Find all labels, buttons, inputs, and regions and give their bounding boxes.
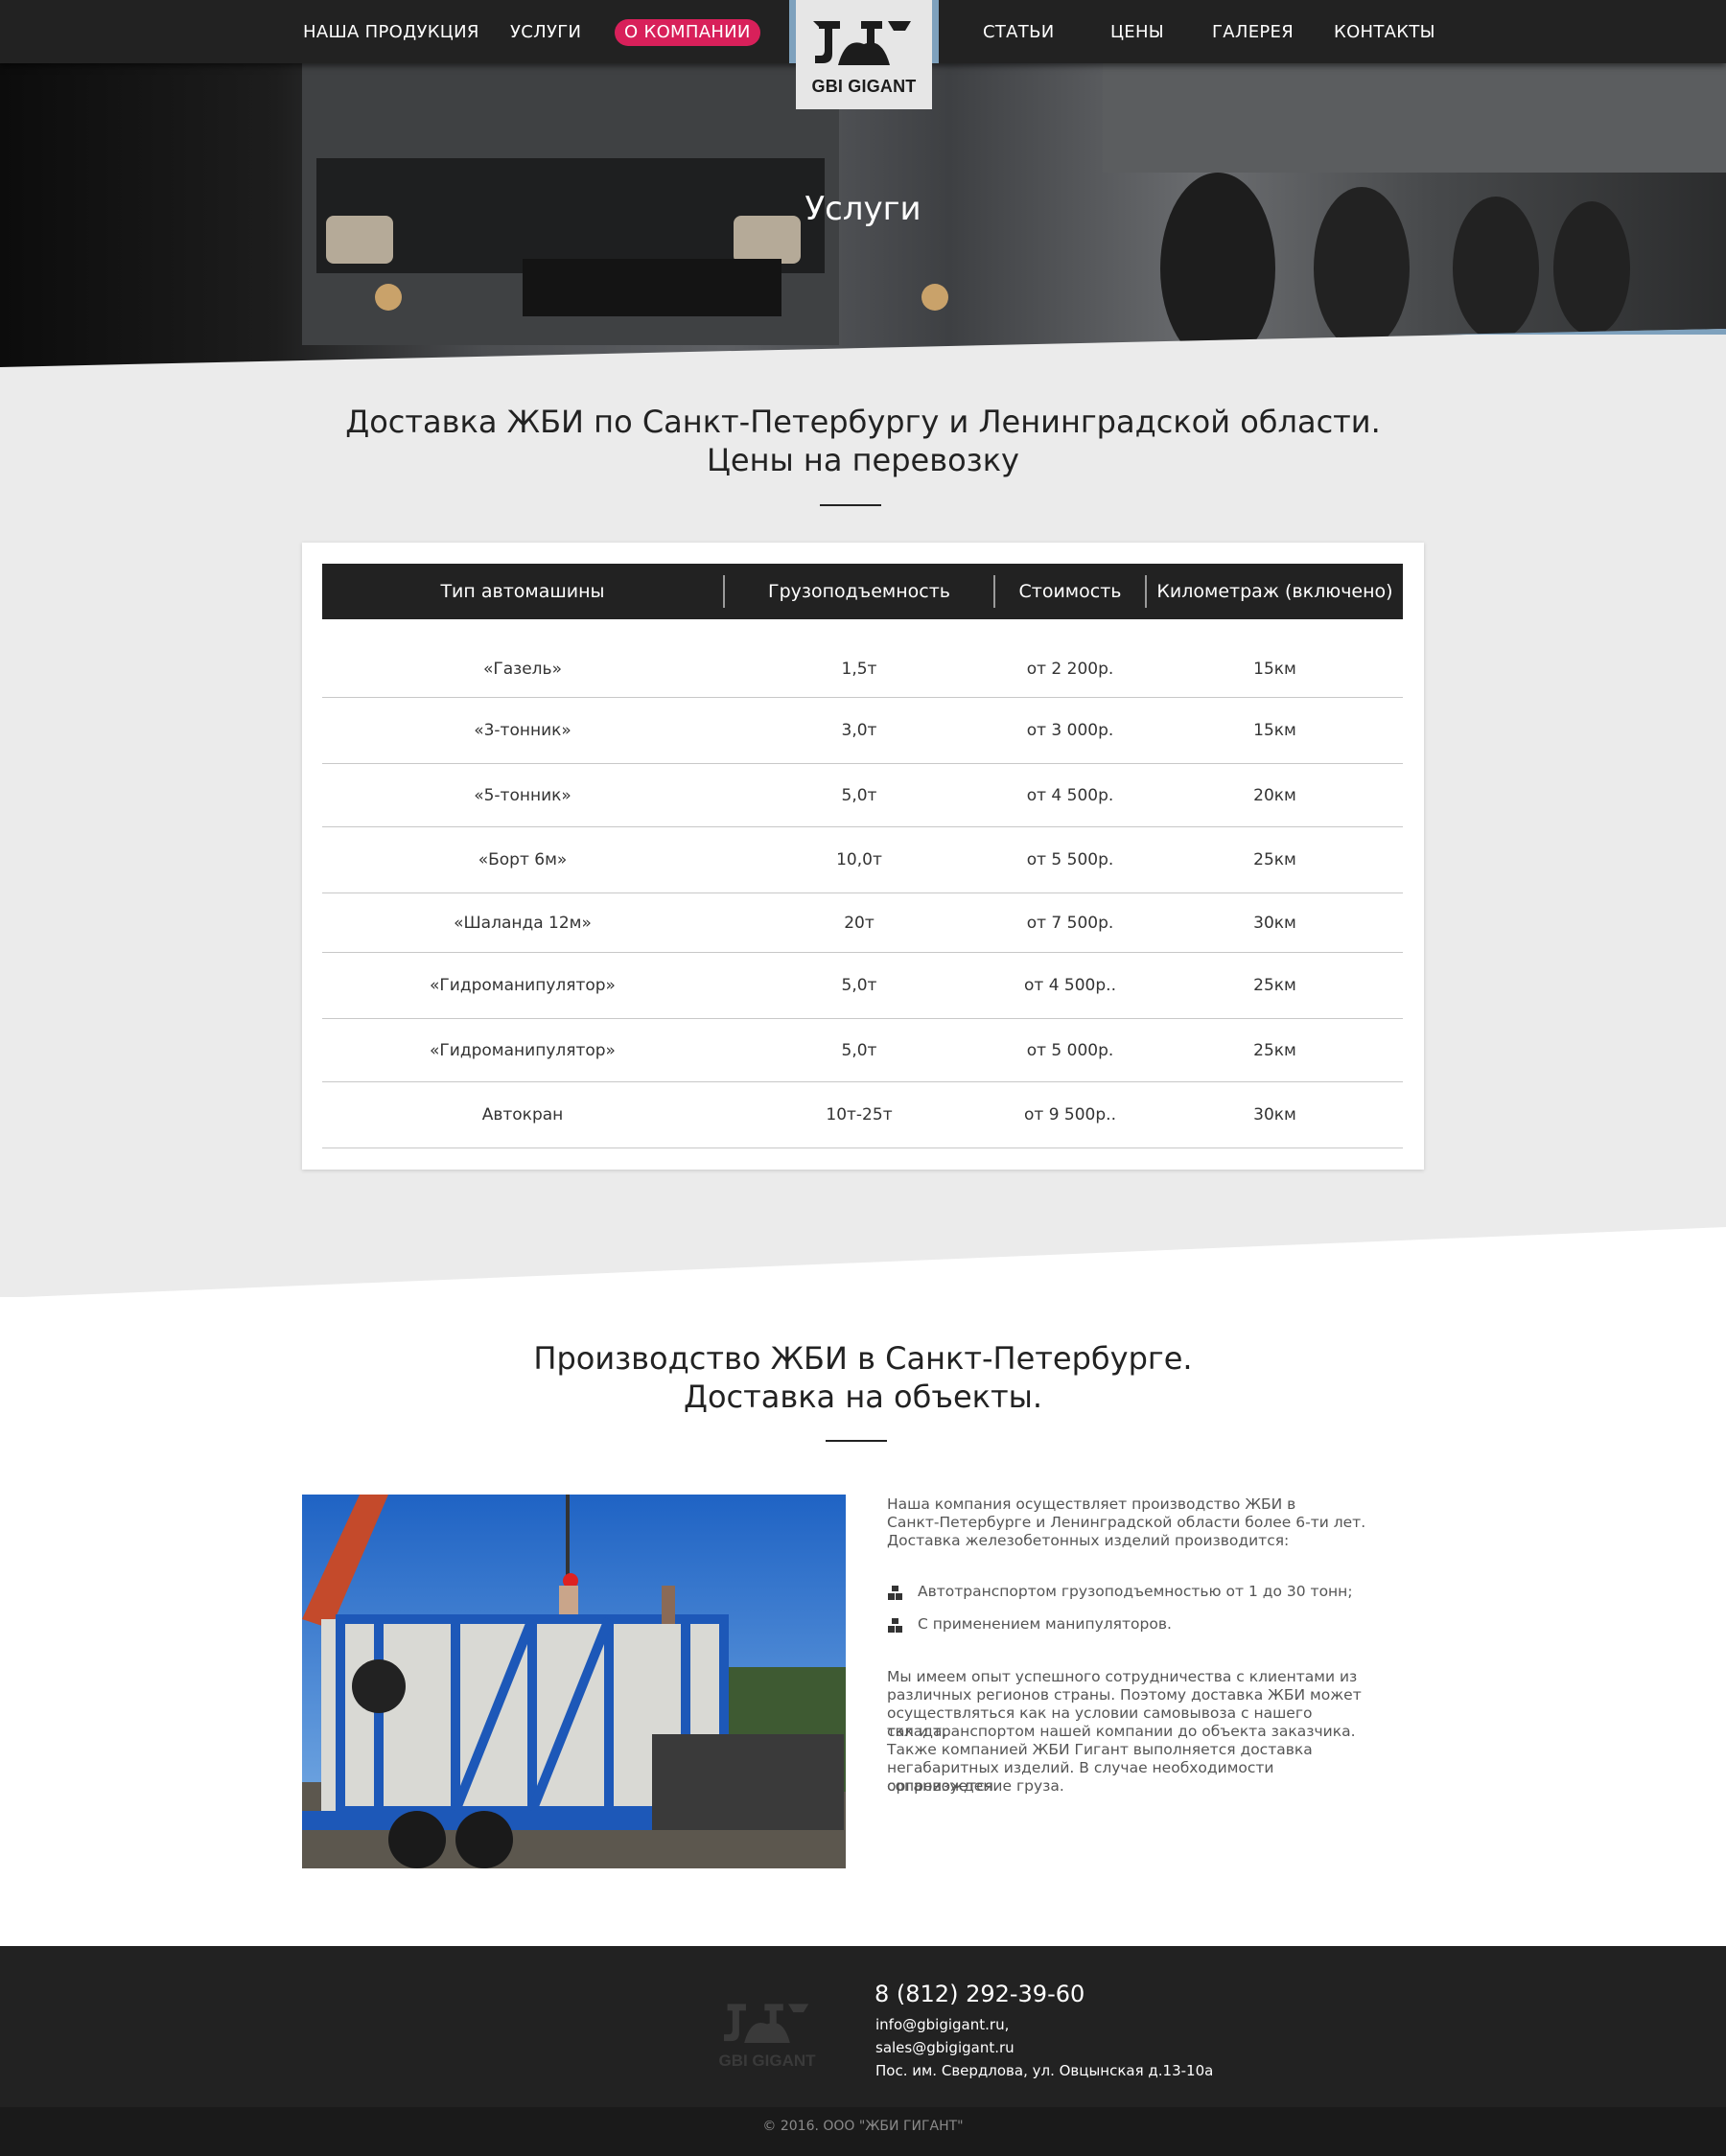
delivery-truck-photo	[302, 1495, 846, 1868]
delivery-title-line1: Доставка ЖБИ по Санкт-Петербургу и Ленин…	[345, 404, 1381, 440]
body-line-5: Также компанией ЖБИ Гигант выполняется д…	[887, 1741, 1313, 1758]
blocks-icon	[888, 1618, 902, 1633]
cell-cost: от 3 000р.	[1026, 721, 1114, 740]
footer-email-info[interactable]: info@gbigigant.ru,	[875, 2016, 1009, 2033]
header-vehicle-type: Тип автомашины	[440, 581, 605, 602]
body-line-7: сопровождение груза.	[887, 1777, 1064, 1795]
table-row: «3-тонник» 3,0т от 3 000р. 15км	[322, 698, 1403, 764]
cell-capacity: 10т-25т	[826, 1105, 893, 1124]
nav-item-articles[interactable]: СТАТЬИ	[983, 19, 1055, 46]
nav-item-gallery[interactable]: ГАЛЕРЕЯ	[1212, 19, 1294, 46]
footer-logo[interactable]: GBI GIGANT	[710, 1992, 825, 2071]
cell-mileage: 15км	[1253, 660, 1296, 679]
intro-line-2: Санкт-Петербурге и Ленинградской области…	[887, 1514, 1366, 1531]
table-row: «Борт 6м» 10,0т от 5 500р. 25км	[322, 827, 1403, 893]
body-line-1: Мы имеем опыт успешного сотрудничества с…	[887, 1668, 1358, 1685]
body-line-4: так и транспортом нашей компании до объе…	[887, 1723, 1356, 1740]
cell-mileage: 25км	[1253, 850, 1296, 869]
intro-line-1: Наша компания осуществляет производство …	[887, 1495, 1296, 1513]
cell-capacity: 5,0т	[841, 786, 877, 805]
cell-vehicle-type: Автокран	[481, 1105, 564, 1124]
cell-capacity: 1,5т	[841, 660, 877, 679]
delivery-title-line2: Цены на перевозку	[707, 442, 1019, 478]
table-row: «5-тонник» 5,0т от 4 500р. 20км	[322, 764, 1403, 827]
price-table-card: Тип автомашины Грузоподъемность Стоимост…	[302, 543, 1424, 1170]
table-row: «Гидроманипулятор» 5,0т от 4 500р.. 25км	[322, 953, 1403, 1019]
site-logo[interactable]: GBI GIGANT	[796, 0, 932, 109]
footer	[0, 1946, 1726, 2107]
nav-item-about[interactable]: О КОМПАНИИ	[615, 19, 760, 46]
cell-cost: от 9 500р..	[1024, 1105, 1116, 1124]
cell-mileage: 30км	[1253, 1105, 1296, 1124]
cell-cost: от 2 200р.	[1026, 660, 1114, 679]
footer-phone[interactable]: 8 (812) 292-39-60	[875, 1981, 1085, 2007]
body-line-2: различных регионов страны. Поэтому доста…	[887, 1686, 1362, 1704]
nav-item-products[interactable]: НАША ПРОДУКЦИЯ	[303, 19, 479, 46]
hero-wedge-divider	[0, 329, 1726, 367]
cell-vehicle-type: «Газель»	[483, 660, 562, 679]
logo-accent-left	[789, 0, 796, 63]
cell-vehicle-type: «Гидроманипулятор»	[430, 1041, 616, 1060]
cell-vehicle-type: «Шаланда 12м»	[454, 914, 592, 933]
cell-cost: от 5 000р.	[1026, 1041, 1114, 1060]
cell-vehicle-type: «3-тонник»	[474, 721, 571, 740]
cell-mileage: 15км	[1253, 721, 1296, 740]
production-title-line2: Доставка на объекты.	[683, 1379, 1043, 1415]
header-mileage: Километраж (включено)	[1156, 581, 1393, 602]
cell-capacity: 3,0т	[841, 721, 877, 740]
intro-line-3: Доставка железобетонных изделий производ…	[887, 1532, 1290, 1549]
cell-vehicle-type: «5-тонник»	[474, 786, 571, 805]
bullet-text: Автотранспортом грузоподъемностью от 1 д…	[918, 1583, 1353, 1600]
cell-mileage: 25км	[1253, 976, 1296, 995]
cell-mileage: 30км	[1253, 914, 1296, 933]
cell-cost: от 5 500р.	[1026, 850, 1114, 869]
crane-loading-image	[302, 1495, 846, 1868]
table-row: «Газель» 1,5т от 2 200р. 15км	[322, 640, 1403, 698]
bullet-text: С применением манипуляторов.	[918, 1615, 1172, 1633]
table-row: «Гидроманипулятор» 5,0т от 5 000р. 25км	[322, 1019, 1403, 1082]
logo-text: GBI GIGANT	[811, 77, 917, 96]
cell-capacity: 10,0т	[836, 850, 882, 869]
cell-cost: от 7 500р.	[1026, 914, 1114, 933]
nav-item-prices[interactable]: ЦЕНЫ	[1110, 19, 1164, 46]
gigant-logo-icon	[813, 21, 911, 65]
logo-accent-right	[932, 0, 939, 63]
gigant-logo-icon	[724, 2004, 809, 2043]
copyright: © 2016. ООО "ЖБИ ГИГАНТ"	[762, 2119, 964, 2134]
cell-capacity: 20т	[844, 914, 875, 933]
footer-logo-text: GBI GIGANT	[718, 2052, 816, 2070]
table-row: «Шаланда 12м» 20т от 7 500р. 30км	[322, 893, 1403, 953]
section-wedge-divider	[0, 1227, 1726, 1298]
footer-email-sales[interactable]: sales@gbigigant.ru	[875, 2039, 1015, 2056]
cell-capacity: 5,0т	[841, 976, 877, 995]
hero-title: Услуги	[805, 190, 921, 228]
header-capacity: Грузоподъемность	[767, 581, 950, 602]
blocks-icon	[888, 1586, 902, 1600]
cell-vehicle-type: «Борт 6м»	[478, 850, 568, 869]
footer-address: Пос. им. Свердлова, ул. Овцынская д.13-1…	[875, 2062, 1214, 2079]
cell-capacity: 5,0т	[841, 1041, 877, 1060]
table-row: Автокран 10т-25т от 9 500р.. 30км	[322, 1082, 1403, 1148]
nav-item-services[interactable]: УСЛУГИ	[510, 19, 581, 46]
price-table-header: Тип автомашины Грузоподъемность Стоимост…	[322, 564, 1403, 619]
cell-vehicle-type: «Гидроманипулятор»	[430, 976, 616, 995]
cell-mileage: 20км	[1253, 786, 1296, 805]
cell-cost: от 4 500р.	[1026, 786, 1114, 805]
header-cost: Стоимость	[1018, 581, 1122, 602]
production-title-line1: Производство ЖБИ в Санкт-Петербурге.	[533, 1340, 1193, 1377]
nav-item-contacts[interactable]: КОНТАКТЫ	[1334, 19, 1435, 46]
title-underline	[820, 504, 881, 506]
title-underline	[826, 1440, 887, 1442]
cell-mileage: 25км	[1253, 1041, 1296, 1060]
cell-cost: от 4 500р..	[1024, 976, 1116, 995]
